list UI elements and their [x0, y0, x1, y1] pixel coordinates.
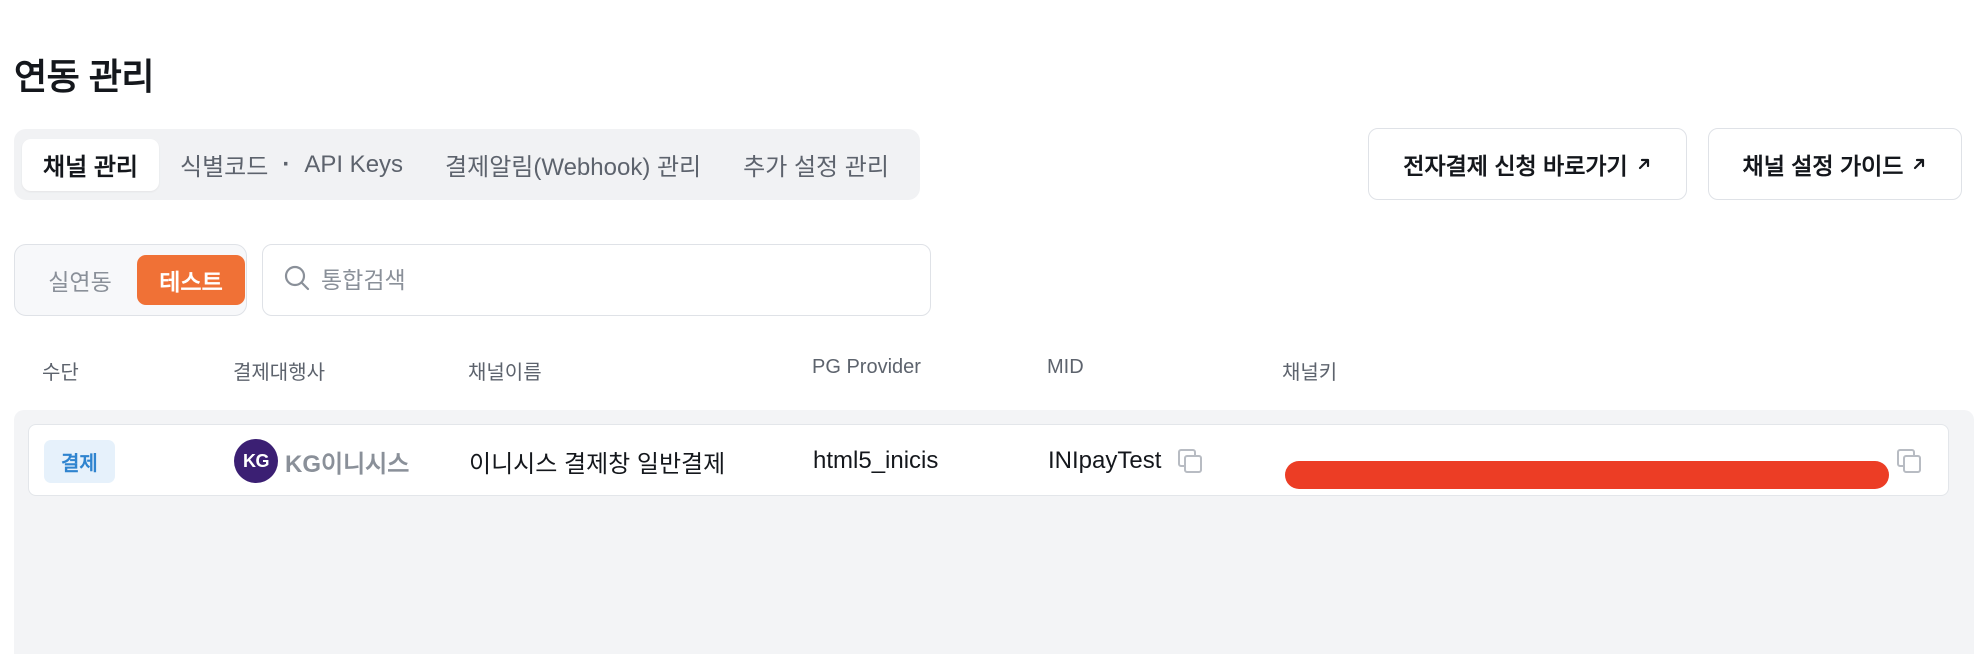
- table-row[interactable]: 결제 KG KG이니시스 이니시스 결제창 일반결제 html5_inicis …: [28, 424, 1949, 496]
- tab-bar: 채널 관리 식별코드 · API Keys 결제알림(Webhook) 관리 추…: [14, 129, 920, 200]
- apply-payment-link-button[interactable]: 전자결제 신청 바로가기: [1368, 128, 1687, 200]
- test-mode-option[interactable]: 테스트: [137, 255, 245, 305]
- page-title: 연동 관리: [14, 56, 154, 97]
- column-header-method: 수단: [42, 362, 79, 384]
- column-header-mid: MID: [1047, 356, 1084, 378]
- channel-setup-guide-button[interactable]: 채널 설정 가이드: [1708, 128, 1962, 200]
- tab-separator: ·: [282, 150, 291, 178]
- tab-identification-api-keys[interactable]: 식별코드 · API Keys: [159, 139, 424, 191]
- kg-inicis-logo: KG: [234, 439, 278, 483]
- search-icon: [283, 264, 311, 297]
- external-arrow-icon: [1636, 156, 1652, 172]
- channel-name-cell: 이니시스 결제창 일반결제: [469, 450, 726, 478]
- mid-cell: INIpayTest: [1048, 425, 1205, 497]
- tab-additional-settings[interactable]: 추가 설정 관리: [722, 139, 910, 191]
- tab-label-api-keys: API Keys: [304, 150, 404, 178]
- copy-icon[interactable]: [1175, 446, 1205, 476]
- tab-channel-management[interactable]: 채널 관리: [22, 138, 159, 191]
- tab-label-identification-code: 식별코드: [180, 154, 269, 181]
- column-header-pg-provider: PG Provider: [812, 356, 921, 378]
- column-header-channel-name: 채널이름: [468, 362, 542, 384]
- method-cell: 결제: [44, 425, 115, 497]
- pg-name: KG이니시스: [285, 450, 410, 478]
- tab-webhook-management[interactable]: 결제알림(Webhook) 관리: [424, 139, 722, 191]
- search-input[interactable]: [321, 266, 901, 294]
- mid-value: INIpayTest: [1048, 447, 1162, 474]
- column-header-pg: 결제대행사: [233, 362, 325, 384]
- channel-key-redaction: [1285, 461, 1889, 489]
- payment-method-badge: 결제: [44, 439, 115, 483]
- table-body: 결제 KG KG이니시스 이니시스 결제창 일반결제 html5_inicis …: [14, 410, 1974, 654]
- live-mode-option[interactable]: 실연동: [23, 255, 137, 305]
- column-header-channel-key: 채널키: [1282, 362, 1338, 384]
- table-header: 수단 결제대행사 채널이름 PG Provider MID 채널키: [0, 356, 1974, 392]
- channel-guide-label: 채널 설정 가이드: [1742, 153, 1904, 179]
- environment-toggle: 실연동 테스트: [14, 244, 247, 316]
- channel-key-copy-cell: [1894, 425, 1924, 497]
- search-box: [262, 244, 931, 316]
- apply-payment-label: 전자결제 신청 바로가기: [1403, 153, 1628, 179]
- pg-provider-cell: html5_inicis: [813, 447, 939, 474]
- copy-icon[interactable]: [1894, 446, 1924, 476]
- external-arrow-icon: [1911, 156, 1927, 172]
- pg-cell: KG KG이니시스: [234, 425, 409, 497]
